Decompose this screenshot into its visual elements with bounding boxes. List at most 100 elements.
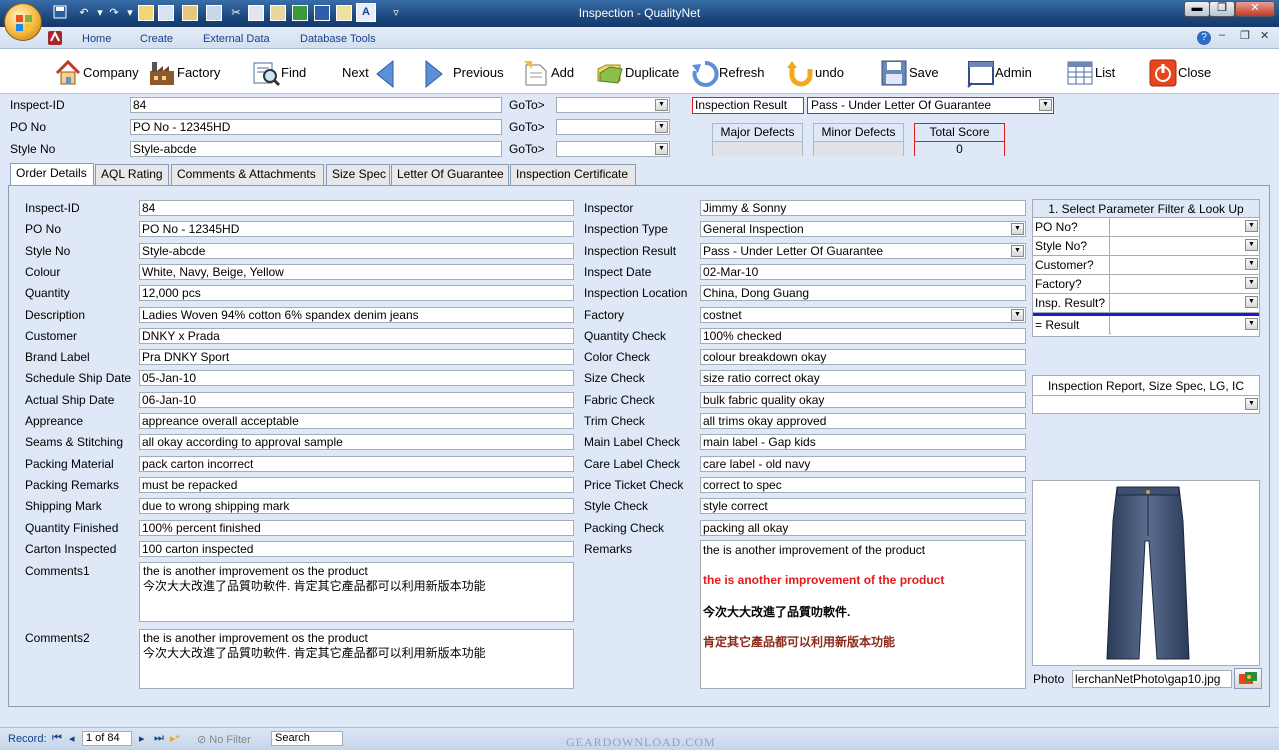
dropdown-quick-icon[interactable]: ▾ [122,5,138,21]
dropdown-inspection-result[interactable]: Pass - Under Letter Of Guarantee ▼ [700,242,1026,259]
filter-result-dropdown[interactable]: ▼ [1111,316,1259,334]
tab-external-data[interactable]: External Data [203,33,270,45]
dropdown-inspection-type[interactable]: General Inspection ▼ [700,221,1026,238]
undo-button[interactable]: undo [786,59,844,87]
previous-button[interactable]: Previous [424,59,504,89]
tab-order-details[interactable]: Order Details [10,163,94,185]
minimize-window-button[interactable]: ▬ [1184,1,1210,17]
field-packing-check[interactable]: packing all okay [700,519,1026,536]
company-button[interactable]: Company [54,59,139,85]
list-button[interactable]: List [1066,59,1115,85]
close-button[interactable]: Close [1149,59,1211,87]
field-trim-check[interactable]: all trims okay approved [700,413,1026,429]
customize-quick-icon[interactable]: ▿ [388,5,404,21]
filter-dropdown-factory[interactable]: ▼ [1111,275,1259,293]
filter-dropdown-style-no[interactable]: ▼ [1111,237,1259,255]
field-colour[interactable]: White, Navy, Beige, Yellow [139,263,574,280]
tools-quick-icon[interactable] [158,5,174,21]
field-seams-stitching[interactable]: all okay according to approval sample [139,434,574,451]
field-shipping-mark[interactable]: due to wrong shipping mark [139,498,574,515]
field-inspect-date[interactable]: 02-Mar-10 [700,263,1026,280]
field-care-label-check[interactable]: care label - old navy [700,455,1026,472]
undo-quick-icon[interactable]: ↶ [76,5,92,21]
report-dropdown[interactable]: ▼ [1033,396,1259,413]
field-packing-remarks[interactable]: must be repacked [139,476,574,493]
field-po-no[interactable]: PO No - 12345HD [139,221,574,238]
tab-size-spec[interactable]: Size Spec [326,164,390,185]
field-quantity[interactable]: 12,000 pcs [139,285,574,302]
redo-quick-icon[interactable]: ↷ [106,5,122,21]
paste-quick-icon[interactable] [270,5,286,21]
goto-inspect-dropdown[interactable]: ▼ [556,97,670,113]
report-quick-icon[interactable] [182,5,198,21]
help-icon[interactable]: ? [1197,31,1211,45]
save-button[interactable]: Save [880,59,939,86]
field-appreance[interactable]: appreance overall acceptable [139,413,574,429]
excel-quick-icon[interactable] [292,5,308,21]
duplicate-button[interactable]: Duplicate [596,59,679,85]
no-filter-button[interactable]: ⊘ No Filter [197,733,251,746]
office-button[interactable] [4,3,42,41]
next-button[interactable]: Next [342,59,402,89]
field-schedule-ship-date[interactable]: 05-Jan-10 [139,370,574,387]
word-quick-icon[interactable] [314,5,330,21]
font-quick-icon[interactable]: A [356,3,376,22]
filter-dropdown-po-no[interactable]: ▼ [1111,218,1259,236]
header-style-field[interactable]: Style-abcde [130,141,502,157]
field-packing-material[interactable]: pack carton incorrect [139,455,574,472]
next-record-button[interactable]: ▸ [139,732,145,745]
form-quick-icon[interactable] [138,5,154,21]
goto-po-dropdown[interactable]: ▼ [556,119,670,135]
header-inspect-id-field[interactable]: 84 [130,97,502,113]
photo-path-field[interactable]: lerchanNetPhoto\gap10.jpg [1072,670,1232,688]
filter-quick-icon[interactable] [206,5,222,21]
filter-dropdown-insp-result[interactable]: ▼ [1111,294,1259,312]
field-brand-label[interactable]: Pra DNKY Sport [139,349,574,366]
tab-letter-of-guarantee[interactable]: Letter Of Guarantee [391,164,509,185]
field-fabric-check[interactable]: bulk fabric quality okay [700,391,1026,408]
close-window-button[interactable]: ✕ [1235,1,1275,17]
last-record-button[interactable]: ⏭ [154,732,164,745]
tab-home[interactable]: Home [82,33,111,45]
save-quick-icon[interactable] [52,5,68,21]
field-actual-ship-date[interactable]: 06-Jan-10 [139,391,574,408]
field-main-label-check[interactable]: main label - Gap kids [700,434,1026,451]
tab-comments-attachments[interactable]: Comments & Attachments [171,164,324,185]
comments1-field[interactable]: the is another improvement os the produc… [139,562,574,622]
header-po-field[interactable]: PO No - 12345HD [130,119,502,135]
comments2-field[interactable]: the is another improvement os the produc… [139,629,574,689]
cut-quick-icon[interactable]: ✂ [228,5,244,21]
field-size-check[interactable]: size ratio correct okay [700,370,1026,387]
field-style-no[interactable]: Style-abcde [139,242,574,259]
record-number-field[interactable]: 1 of 84 [82,731,132,746]
tab-aql-rating[interactable]: AQL Rating [95,164,169,185]
new-record-button[interactable]: ▸* [170,732,180,745]
field-carton-inspected[interactable]: 100 carton inspected [139,540,574,557]
filter-dropdown-customer[interactable]: ▼ [1111,256,1259,274]
tab-database-tools[interactable]: Database Tools [300,33,376,45]
field-inspector[interactable]: Jimmy & Sonny [700,200,1026,216]
field-inspect-id[interactable]: 84 [139,200,574,216]
remarks-field[interactable]: the is another improvement of the produc… [700,540,1026,689]
photo-browse-button[interactable] [1234,668,1262,689]
tab-create[interactable]: Create [140,33,173,45]
field-style-check[interactable]: style correct [700,498,1026,515]
copy-quick-icon[interactable] [248,5,264,21]
find-button[interactable]: Find [252,59,306,87]
first-record-button[interactable]: ⏮ [52,732,62,745]
tab-inspection-certificate[interactable]: Inspection Certificate [510,164,636,185]
field-price-ticket-check[interactable]: correct to spec [700,476,1026,493]
mail-quick-icon[interactable] [336,5,352,21]
search-input[interactable]: Search [271,731,343,746]
field-color-check[interactable]: colour breakdown okay [700,349,1026,366]
ribbon-minimize-button[interactable]: – [1219,29,1225,41]
admin-button[interactable]: Admin [966,59,1032,88]
factory-button[interactable]: Factory [148,59,220,85]
refresh-button[interactable]: Refresh [690,59,765,87]
previous-record-button[interactable]: ◂ [69,732,75,745]
field-quantity-check[interactable]: 100% checked [700,327,1026,344]
ribbon-close-button[interactable]: ✕ [1260,29,1269,42]
dropdown-factory[interactable]: costnet ▼ [700,306,1026,323]
ribbon-restore-button[interactable]: ❐ [1240,29,1250,42]
maximize-window-button[interactable]: ❐ [1209,1,1235,17]
